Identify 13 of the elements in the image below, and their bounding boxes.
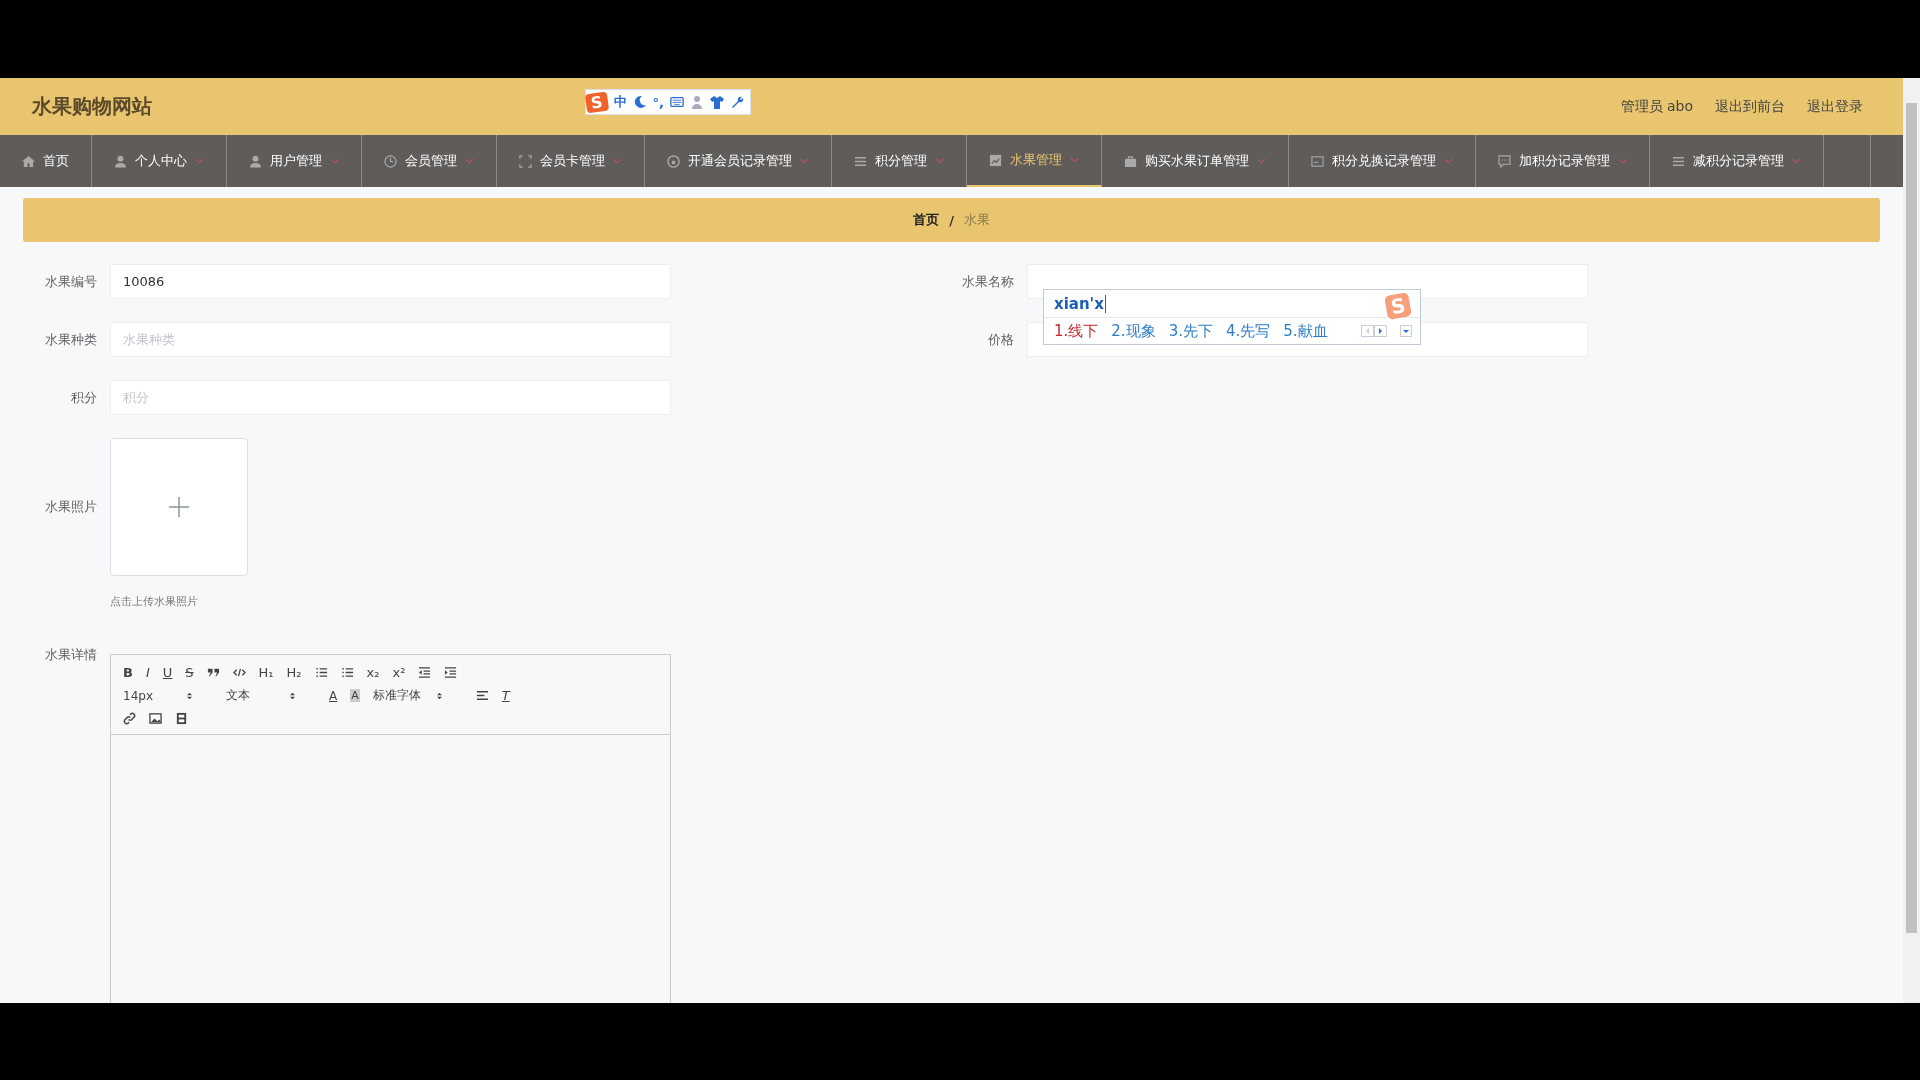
- ime-logo: S: [1383, 291, 1412, 320]
- field-label: 水果照片: [44, 498, 97, 516]
- site-title: 水果购物网站: [32, 93, 152, 120]
- breadcrumb-separator: /: [949, 212, 954, 228]
- upload-hint: 点击上传水果照片: [110, 594, 199, 609]
- field-label: 价格: [987, 330, 1014, 349]
- field-label: 水果编号: [44, 272, 97, 291]
- field-label: 水果详情: [44, 646, 97, 664]
- field-label: 水果名称: [961, 272, 1014, 291]
- field-label: 积分: [70, 388, 97, 407]
- field-label: 水果种类: [44, 330, 97, 349]
- admin-label: 管理员 abo: [1620, 97, 1693, 116]
- ime-composition: xian'x: [1054, 294, 1106, 313]
